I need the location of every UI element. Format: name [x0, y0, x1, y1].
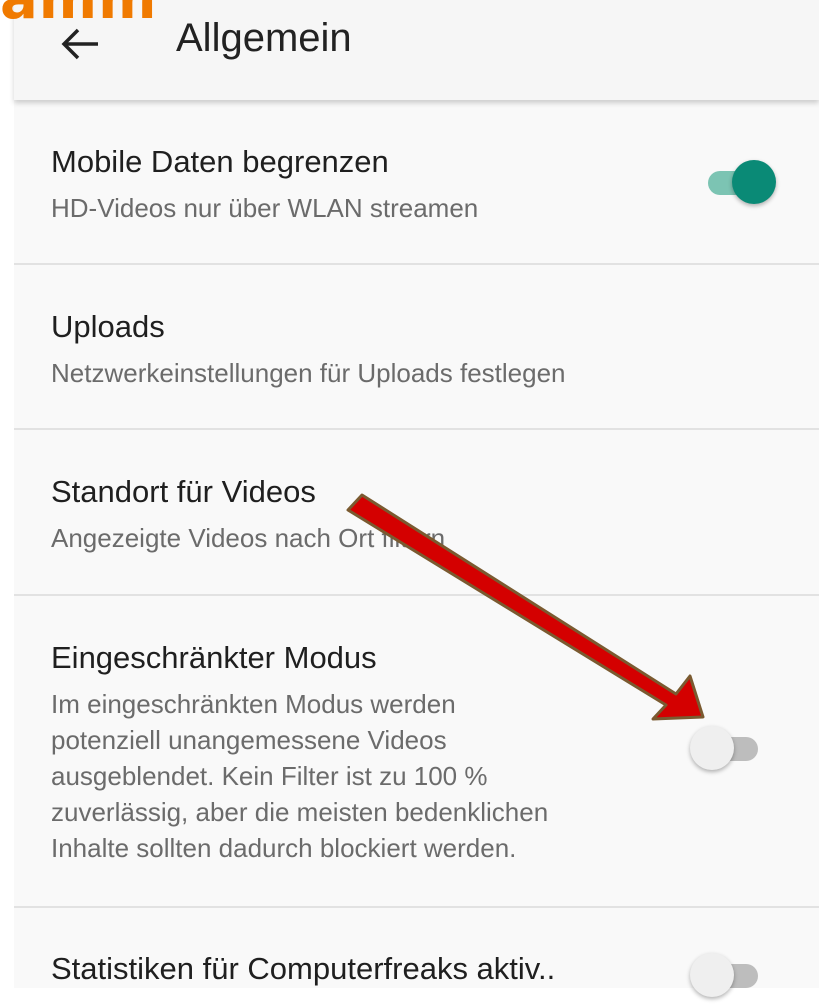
- setting-subtitle: Angezeigte Videos nach Ort filtern: [51, 523, 446, 553]
- subtitle-line: ausgeblendet. Kein Filter ist zu 100 %: [51, 761, 488, 791]
- setting-subtitle: Netzwerkeinstellungen für Uploads festle…: [51, 358, 566, 388]
- setting-restricted-mode[interactable]: Eingeschränkter Modus Im eingeschränkten…: [14, 596, 819, 908]
- settings-list: Mobile Daten begrenzen HD-Videos nur übe…: [14, 100, 819, 997]
- subtitle-line: zuverlässig, aber die meisten bedenklich…: [51, 797, 549, 827]
- mobile-data-toggle[interactable]: [708, 160, 776, 204]
- setting-stats-for-nerds[interactable]: Statistiken für Computerfreaks aktiv..: [14, 908, 819, 1008]
- setting-title: Standort für Videos: [51, 474, 316, 509]
- setting-title: Uploads: [51, 309, 165, 344]
- page-title: Allgemein: [176, 16, 352, 60]
- setting-location[interactable]: Standort für Videos Angezeigte Videos na…: [14, 430, 819, 596]
- subtitle-line: potenziell unangemessene Videos: [51, 725, 447, 755]
- watermark-logo: amm: [0, 0, 170, 30]
- setting-title: Mobile Daten begrenzen: [51, 144, 389, 179]
- toggle-thumb: [690, 726, 734, 770]
- subtitle-line: Inhalte sollten dadurch blockiert werden…: [51, 833, 517, 863]
- subtitle-line: Im eingeschränkten Modus werden: [51, 689, 456, 719]
- toggle-thumb: [690, 953, 734, 997]
- restricted-mode-toggle[interactable]: [690, 726, 762, 770]
- setting-subtitle: HD-Videos nur über WLAN streamen: [51, 193, 479, 223]
- setting-mobile-data[interactable]: Mobile Daten begrenzen HD-Videos nur übe…: [14, 100, 819, 265]
- setting-subtitle: Im eingeschränkten Modus werden potenzie…: [51, 686, 548, 866]
- toggle-thumb: [732, 160, 776, 204]
- setting-title: Eingeschränkter Modus: [51, 640, 377, 675]
- setting-title: Statistiken für Computerfreaks aktiv..: [51, 951, 556, 986]
- stats-for-nerds-toggle[interactable]: [690, 953, 762, 997]
- setting-uploads[interactable]: Uploads Netzwerkeinstellungen für Upload…: [14, 265, 819, 430]
